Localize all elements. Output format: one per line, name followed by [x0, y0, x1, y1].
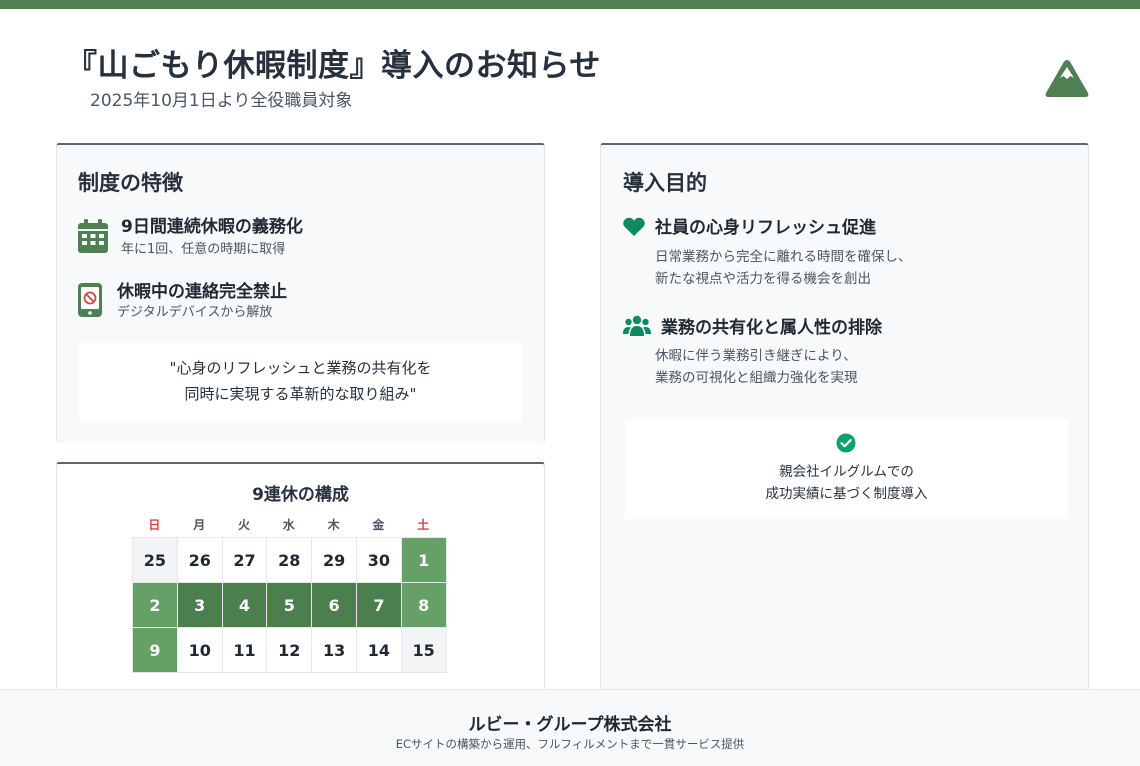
top-accent-bar	[0, 0, 1140, 9]
calendar-day-cell: 1	[401, 538, 447, 583]
success-line: 成功実績に基づく制度導入	[765, 486, 928, 502]
purpose-heading-sharing: 業務の共有化と属人性の排除	[661, 318, 882, 338]
calendar-day-cell: 6	[312, 583, 357, 628]
feature-heading-consecutive-leave: 9日間連続休暇の義務化	[121, 217, 303, 237]
features-title: 制度の特徴	[78, 171, 183, 195]
calendar-grid: 25 26 27 28 29 30 1 2 3 4 5 6 7 8 9 10 11 12 13 14 15	[132, 537, 447, 673]
calendar-day-cell: 15	[401, 628, 447, 673]
calendar-icon	[78, 219, 108, 253]
calendar-title: 9連休の構成	[252, 485, 349, 505]
page-title: 『山ごもり休暇制度』導入のお知らせ	[66, 48, 601, 84]
purpose-text-line: 業務の可視化と組織力強化を実現	[655, 370, 858, 386]
features-card: 制度の特徴 9日間連続休暇の義務化 年に1回、任意の時期に取得 休暇中の連絡完全…	[56, 143, 545, 443]
purpose-text-line: 新たな視点や活力を得る機会を創出	[655, 271, 871, 287]
purpose-text-line: 日常業務から完全に離れる時間を確保し、	[655, 249, 912, 265]
calendar-day-cell: 11	[222, 628, 268, 673]
success-line: 親会社イルグルムでの	[779, 464, 914, 480]
weekday-label: 月	[193, 518, 206, 532]
calendar-day-cell: 9	[133, 628, 178, 673]
weekday-label: 土	[417, 518, 430, 532]
calendar-day-cell: 10	[177, 628, 223, 673]
company-tagline: ECサイトの構築から運用、フルフィルメントまで一貫サービス提供	[395, 737, 745, 751]
calendar-card: 9連休の構成 日 月 火 水 木 金 土 25 26 27 28 29 30 1 2 3 4 5 6 7…	[56, 462, 545, 702]
calendar-day-cell: 28	[267, 538, 313, 583]
calendar-day-cell: 4	[222, 583, 268, 628]
calendar-day-cell: 29	[312, 538, 357, 583]
success-note: 親会社イルグルムでの 成功実績に基づく制度導入	[625, 419, 1068, 519]
success-text: 親会社イルグルムでの 成功実績に基づく制度導入	[625, 461, 1068, 505]
calendar-day-cell: 8	[401, 583, 447, 628]
company-name: ルビー・グループ株式会社	[468, 715, 672, 735]
purpose-card: 導入目的 社員の心身リフレッシュ促進 日常業務から完全に離れる時間を確保し、 新…	[600, 143, 1089, 703]
purpose-heading-refresh: 社員の心身リフレッシュ促進	[655, 218, 876, 238]
weekday-label: 水	[282, 518, 295, 532]
weekday-label: 日	[148, 518, 161, 532]
weekday-label: 木	[327, 518, 340, 532]
page-subtitle: 2025年10月1日より全役職員対象	[90, 91, 353, 111]
calendar-day-cell: 7	[356, 583, 402, 628]
weekday-label: 金	[372, 518, 385, 532]
phone-blocked-icon	[78, 283, 102, 317]
purpose-text-refresh: 日常業務から完全に離れる時間を確保し、 新たな視点や活力を得る機会を創出	[655, 246, 912, 290]
heart-icon	[623, 217, 645, 236]
purpose-text-line: 休暇に伴う業務引き継ぎにより、	[655, 348, 857, 364]
calendar-day-cell: 25	[133, 538, 178, 583]
calendar-day-cell: 27	[222, 538, 268, 583]
check-circle-icon	[836, 433, 856, 453]
weekday-label: 火	[237, 518, 250, 532]
footer: ルビー・グループ株式会社 ECサイトの構築から運用、フルフィルメントまで一貫サー…	[0, 689, 1140, 766]
quote-line-1: "心身のリフレッシュと業務の共有化を	[169, 359, 432, 377]
weekday-header: 日 月 火 水 木 金 土	[132, 516, 446, 533]
feature-quote: "心身のリフレッシュと業務の共有化を 同時に実現する革新的な取り組み"	[79, 343, 522, 421]
calendar-day-cell: 14	[356, 628, 402, 673]
calendar-day-cell: 13	[312, 628, 357, 673]
users-icon	[623, 315, 651, 336]
calendar-day-cell: 12	[267, 628, 313, 673]
calendar-day-cell: 3	[177, 583, 223, 628]
calendar-day-cell: 26	[177, 538, 223, 583]
quote-line-2: 同時に実現する革新的な取り組み"	[184, 385, 417, 403]
purpose-title: 導入目的	[623, 171, 707, 195]
mountain-icon	[1045, 60, 1089, 97]
feature-heading-no-contact: 休暇中の連絡完全禁止	[117, 282, 287, 302]
purpose-text-sharing: 休暇に伴う業務引き継ぎにより、 業務の可視化と組織力強化を実現	[655, 345, 858, 389]
calendar-day-cell: 2	[133, 583, 178, 628]
feature-description-consecutive-leave: 年に1回、任意の時期に取得	[121, 242, 286, 257]
feature-description-no-contact: デジタルデバイスから解放	[117, 305, 273, 320]
calendar-day-cell: 5	[267, 583, 313, 628]
calendar-day-cell: 30	[356, 538, 402, 583]
